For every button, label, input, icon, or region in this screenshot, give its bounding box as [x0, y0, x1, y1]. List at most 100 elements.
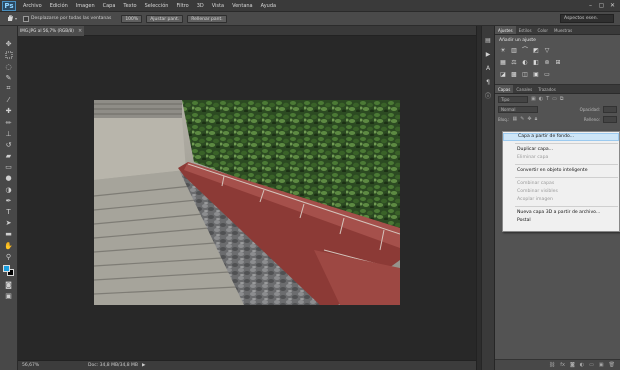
crop-tool-icon[interactable]: ⌗: [4, 84, 14, 94]
filter-pixel-icon[interactable]: ▣: [531, 96, 536, 102]
context-menu-item[interactable]: Duplicar capa...: [503, 146, 619, 154]
menu-seleccion[interactable]: Selección: [141, 3, 173, 9]
lock-pixels-icon[interactable]: ▦: [512, 116, 517, 122]
context-menu-item[interactable]: Nueva capa 3D a partir de archivo...: [503, 209, 619, 217]
menu-3d[interactable]: 3D: [193, 3, 208, 9]
exposure-icon[interactable]: ◩: [532, 47, 540, 55]
zoom-100-button[interactable]: 100%: [121, 14, 143, 23]
tab-canales[interactable]: Canales: [513, 85, 535, 93]
layer-kind-select[interactable]: Tipo: [498, 95, 528, 103]
context-menu-item[interactable]: Capa a partir de fondo...: [503, 133, 619, 141]
canvas-area[interactable]: [18, 36, 476, 360]
photo-filter-icon[interactable]: ⊚: [543, 59, 551, 67]
maximize-button[interactable]: ▢: [598, 2, 605, 9]
lock-all-icon[interactable]: 🔒︎: [535, 116, 538, 122]
paragraph-panel-icon[interactable]: ¶: [484, 79, 492, 87]
black-white-icon[interactable]: ◧: [532, 59, 540, 67]
workspace-select[interactable]: Aspectos esen.: [560, 14, 614, 23]
filter-adjust-icon[interactable]: ◐: [539, 96, 543, 102]
path-selection-tool-icon[interactable]: ➤: [4, 218, 14, 228]
context-menu-item[interactable]: Convertir en objeto inteligente: [503, 167, 619, 175]
posterize-icon[interactable]: ▩: [510, 71, 518, 79]
type-tool-icon[interactable]: T: [4, 207, 14, 217]
quick-selection-tool-icon[interactable]: ✎: [4, 73, 14, 83]
foreground-color-swatch[interactable]: [2, 264, 10, 272]
vibrance-icon[interactable]: ▦: [499, 59, 507, 67]
filter-smart-icon[interactable]: ⧉: [560, 96, 564, 102]
menu-ayuda[interactable]: Ayuda: [257, 3, 280, 9]
brightness-contrast-icon[interactable]: ☀: [499, 47, 507, 55]
hand-tool-icon[interactable]: ✋: [4, 241, 14, 251]
document-image[interactable]: [94, 100, 400, 305]
eraser-tool-icon[interactable]: ▰: [4, 151, 14, 161]
info-panel-icon[interactable]: ⓘ: [484, 93, 492, 101]
screen-mode-icon[interactable]: ▣: [4, 291, 14, 301]
new-layer-icon[interactable]: ▣: [599, 362, 604, 368]
fill-screen-button[interactable]: Rellenar pant.: [187, 14, 227, 23]
move-tool-icon[interactable]: ✥: [4, 39, 14, 49]
selective-color-icon[interactable]: ▣: [532, 71, 540, 79]
quick-mask-icon[interactable]: ◙: [4, 280, 14, 290]
eyedropper-tool-icon[interactable]: ⁄: [4, 95, 14, 105]
minimize-button[interactable]: –: [587, 2, 594, 9]
document-tab[interactable]: IMG.JPG al 56,7% (RGB/8): [18, 26, 84, 36]
lock-paint-icon[interactable]: ✎: [520, 116, 524, 122]
color-swatches[interactable]: [2, 264, 16, 277]
new-group-icon[interactable]: ▭: [589, 362, 594, 368]
menu-filtro[interactable]: Filtro: [172, 3, 192, 9]
lock-position-icon[interactable]: ✥: [527, 116, 531, 122]
history-panel-icon[interactable]: ▤: [484, 37, 492, 45]
menu-imagen[interactable]: Imagen: [72, 3, 99, 9]
history-brush-tool-icon[interactable]: ↺: [4, 140, 14, 150]
blend-mode-select[interactable]: Normal: [498, 105, 538, 113]
link-layers-icon[interactable]: ⛓: [549, 362, 555, 368]
tool-preset-dropdown-icon[interactable]: ▾: [15, 16, 17, 21]
fill-field[interactable]: [603, 115, 617, 123]
hue-saturation-icon[interactable]: ⚖: [510, 59, 518, 67]
gradient-tool-icon[interactable]: ▭: [4, 162, 14, 172]
actions-panel-icon[interactable]: ▶: [484, 51, 492, 59]
color-balance-icon[interactable]: ◐: [521, 59, 529, 67]
tab-ajustes[interactable]: Ajustes: [495, 26, 516, 34]
channel-mixer-icon[interactable]: ⊞: [554, 59, 562, 67]
status-menu-arrow-icon[interactable]: ▶: [142, 361, 145, 370]
filter-type-icon[interactable]: T: [546, 96, 549, 102]
zoom-tool-icon[interactable]: ⚲: [4, 252, 14, 262]
menu-archivo[interactable]: Archivo: [19, 3, 46, 9]
menu-vista[interactable]: Vista: [208, 3, 228, 9]
threshold-icon[interactable]: ◫: [521, 71, 529, 79]
context-menu-item[interactable]: Postal: [503, 217, 619, 225]
clone-stamp-tool-icon[interactable]: ⊥: [4, 129, 14, 139]
lasso-tool-icon[interactable]: ◌: [4, 62, 14, 72]
gradient-map-icon[interactable]: ▽: [543, 47, 551, 55]
close-button[interactable]: ✕: [609, 2, 616, 9]
levels-icon[interactable]: ▥: [510, 47, 518, 55]
menu-edicion[interactable]: Edición: [46, 3, 72, 9]
shape-tool-icon[interactable]: ▬: [4, 229, 14, 239]
fit-screen-button[interactable]: Ajustar pant.: [146, 14, 184, 23]
blur-tool-icon[interactable]: ●: [4, 173, 14, 183]
tab-estilos[interactable]: Estilos: [516, 26, 535, 34]
marquee-tool-icon[interactable]: [4, 50, 14, 60]
gradient-fill-icon[interactable]: ▭: [543, 71, 551, 79]
dodge-tool-icon[interactable]: ◑: [4, 185, 14, 195]
pen-tool-icon[interactable]: ✒: [4, 196, 14, 206]
invert-icon[interactable]: ◪: [499, 71, 507, 79]
tab-trazados[interactable]: Trazados: [535, 85, 559, 93]
tab-muestras[interactable]: Muestras: [551, 26, 575, 34]
tab-color[interactable]: Color: [535, 26, 551, 34]
zoom-level-field[interactable]: 56,67%: [22, 361, 39, 370]
curves-icon[interactable]: ⌒: [521, 47, 529, 55]
add-mask-icon[interactable]: ◙: [570, 362, 575, 368]
menu-capa[interactable]: Capa: [99, 3, 120, 9]
menu-ventana[interactable]: Ventana: [228, 3, 257, 9]
brush-tool-icon[interactable]: ✏: [4, 118, 14, 128]
hand-tool-icon[interactable]: [6, 14, 14, 24]
healing-brush-tool-icon[interactable]: ✚: [4, 106, 14, 116]
filter-shape-icon[interactable]: ▭: [552, 96, 557, 102]
menu-texto[interactable]: Texto: [119, 3, 140, 9]
layer-style-icon[interactable]: fx: [560, 362, 565, 368]
opacity-field[interactable]: [603, 105, 617, 113]
scroll-all-checkbox[interactable]: [23, 15, 30, 22]
close-document-icon[interactable]: ×: [78, 26, 82, 36]
